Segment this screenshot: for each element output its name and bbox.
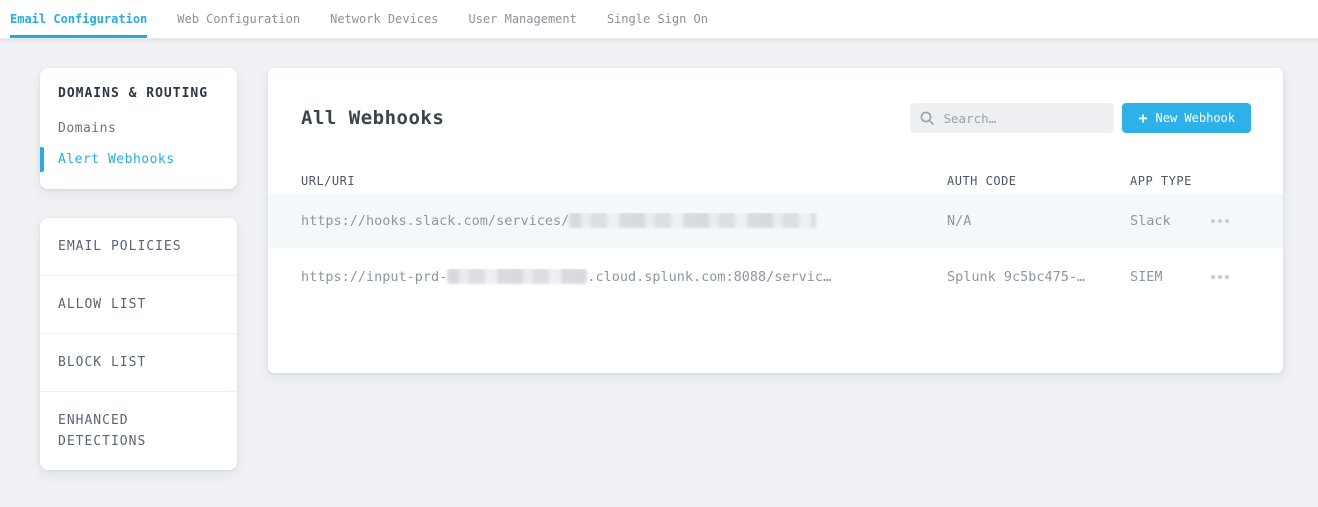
tab-single-sign-on[interactable]: Single Sign On: [607, 0, 708, 38]
dot: [1218, 219, 1222, 223]
search-icon: [920, 111, 934, 125]
webhook-url-cell: https://input-prd- .cloud.splunk.com:8088…: [301, 269, 947, 285]
app-type-cell: Slack: [1130, 213, 1207, 229]
top-tab-bar: Email Configuration Web Configuration Ne…: [0, 0, 1318, 39]
policy-sections-card: EMAIL POLICIES ALLOW LIST BLOCK LIST ENH…: [40, 218, 237, 470]
sidebar-item-block-list[interactable]: BLOCK LIST: [40, 333, 237, 391]
sidebar-item-enhanced-detections[interactable]: ENHANCED DETECTIONS: [40, 391, 237, 470]
sidebar-item-label: Alert Webhooks: [58, 152, 175, 167]
search-box[interactable]: [910, 103, 1114, 133]
panel-header: All Webhooks + New Webhook: [268, 68, 1283, 168]
row-actions-menu-icon[interactable]: [1207, 269, 1233, 285]
url-text: https://input-prd-: [301, 269, 447, 285]
new-webhook-button-label: New Webhook: [1156, 111, 1235, 125]
table-column-headers: URL/URI AUTH CODE APP TYPE: [268, 168, 1283, 194]
auth-code-cell: Splunk 9c5bc475-…: [947, 269, 1130, 285]
active-indicator-bar: [40, 147, 44, 172]
redacted-url-segment: [447, 269, 587, 284]
dot: [1218, 275, 1222, 279]
row-actions-menu-icon[interactable]: [1207, 213, 1233, 229]
app-type-cell: SIEM: [1130, 269, 1207, 285]
dot: [1211, 219, 1215, 223]
sidebar-item-domains[interactable]: Domains: [40, 113, 237, 144]
tab-email-configuration[interactable]: Email Configuration: [10, 0, 147, 38]
dot: [1225, 219, 1229, 223]
sidebar: DOMAINS & ROUTING Domains Alert Webhooks…: [40, 68, 237, 470]
column-header-url: URL/URI: [301, 174, 947, 188]
column-header-app-type: APP TYPE: [1130, 174, 1207, 188]
webhook-url-cell: https://hooks.slack.com/services/: [301, 213, 947, 229]
url-text-suffix: .cloud.splunk.com:8088/servic…: [587, 269, 831, 285]
auth-code-cell: N/A: [947, 213, 1130, 229]
dot: [1225, 275, 1229, 279]
dot: [1211, 275, 1215, 279]
tab-user-management[interactable]: User Management: [468, 0, 576, 38]
table-row[interactable]: https://input-prd- .cloud.splunk.com:8088…: [268, 248, 1283, 306]
table-row[interactable]: https://hooks.slack.com/services/ N/A Sl…: [268, 194, 1283, 248]
sidebar-item-alert-webhooks[interactable]: Alert Webhooks: [40, 144, 237, 175]
page-title: All Webhooks: [301, 107, 444, 129]
plus-icon: +: [1138, 111, 1147, 126]
sidebar-item-allow-list[interactable]: ALLOW LIST: [40, 275, 237, 333]
all-webhooks-panel: All Webhooks + New Webhook URL/URI AUTH …: [268, 68, 1283, 373]
tab-web-configuration[interactable]: Web Configuration: [177, 0, 300, 38]
tab-network-devices[interactable]: Network Devices: [330, 0, 438, 38]
url-text: https://hooks.slack.com/services/: [301, 213, 569, 229]
sidebar-item-email-policies[interactable]: EMAIL POLICIES: [40, 218, 237, 275]
redacted-url-segment: [569, 213, 816, 228]
domains-routing-heading: DOMAINS & ROUTING: [40, 86, 237, 101]
domains-routing-card: DOMAINS & ROUTING Domains Alert Webhooks: [40, 68, 237, 189]
page-background: DOMAINS & ROUTING Domains Alert Webhooks…: [0, 39, 1318, 507]
search-input[interactable]: [943, 111, 1104, 126]
new-webhook-button[interactable]: + New Webhook: [1122, 103, 1251, 133]
column-header-auth-code: AUTH CODE: [947, 174, 1130, 188]
